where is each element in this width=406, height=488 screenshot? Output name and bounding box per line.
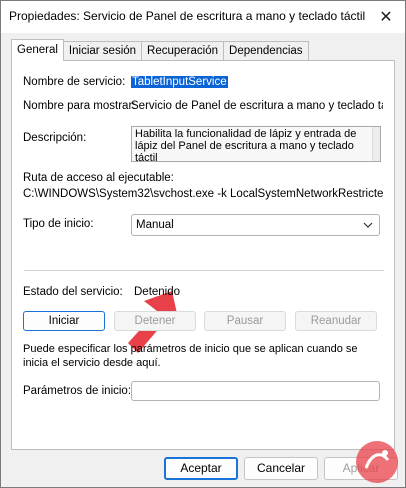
service-status-value: Detenido: [134, 286, 181, 298]
close-icon: ✕: [379, 9, 393, 26]
display-name-label: Nombre para mostrar:: [23, 100, 136, 112]
startup-type-value: Manual: [136, 219, 174, 231]
tab-strip: General Iniciar sesión Recuperación Depe…: [11, 39, 309, 61]
service-name-label: Nombre de servicio:: [23, 76, 126, 88]
start-params-label: Parámetros de inicio:: [23, 385, 132, 397]
tab-recovery[interactable]: Recuperación: [141, 41, 225, 61]
cancel-button[interactable]: Cancelar: [244, 457, 318, 480]
window-title: Propiedades: Servicio de Panel de escrit…: [9, 9, 369, 23]
tab-logon[interactable]: Iniciar sesión: [62, 41, 143, 61]
service-name-text: TabletInputService: [131, 76, 228, 88]
service-status-label: Estado del servicio:: [23, 286, 123, 298]
startup-type-select[interactable]: Manual: [131, 214, 380, 236]
chevron-down-icon: [363, 215, 373, 243]
service-name-value[interactable]: TabletInputService: [131, 76, 228, 88]
stop-button[interactable]: Detener: [114, 311, 196, 331]
start-params-input[interactable]: [131, 381, 380, 401]
path-label: Ruta de acceso al ejecutable:: [23, 172, 174, 184]
watermark-logo: [356, 441, 398, 483]
startup-type-label: Tipo de inicio:: [23, 218, 94, 230]
path-value[interactable]: C:\WINDOWS\System32\svchost.exe -k Local…: [23, 188, 383, 200]
description-label: Descripción:: [23, 132, 87, 144]
tab-dependencies[interactable]: Dependencias: [223, 41, 309, 61]
close-button[interactable]: ✕: [373, 5, 399, 29]
general-panel: Nombre de servicio: TabletInputService N…: [11, 60, 395, 450]
description-text: Habilita la funcionalidad de lápiz y ent…: [135, 128, 357, 162]
divider: [24, 270, 384, 271]
resume-button[interactable]: Reanudar: [295, 311, 377, 331]
start-params-note: Puede especificar los parámetros de inic…: [23, 343, 358, 369]
description-box[interactable]: Habilita la funcionalidad de lápiz y ent…: [131, 126, 381, 162]
properties-window: Propiedades: Servicio de Panel de escrit…: [0, 0, 406, 488]
description-scrollbar[interactable]: [372, 127, 380, 161]
ok-button[interactable]: Aceptar: [164, 457, 238, 480]
tab-general[interactable]: General: [11, 39, 64, 61]
start-button[interactable]: Iniciar: [23, 311, 105, 331]
display-name-value[interactable]: Servicio de Panel de escritura a mano y …: [131, 100, 383, 112]
pause-button[interactable]: Pausar: [204, 311, 286, 331]
title-bar: Propiedades: Servicio de Panel de escrit…: [1, 1, 405, 33]
